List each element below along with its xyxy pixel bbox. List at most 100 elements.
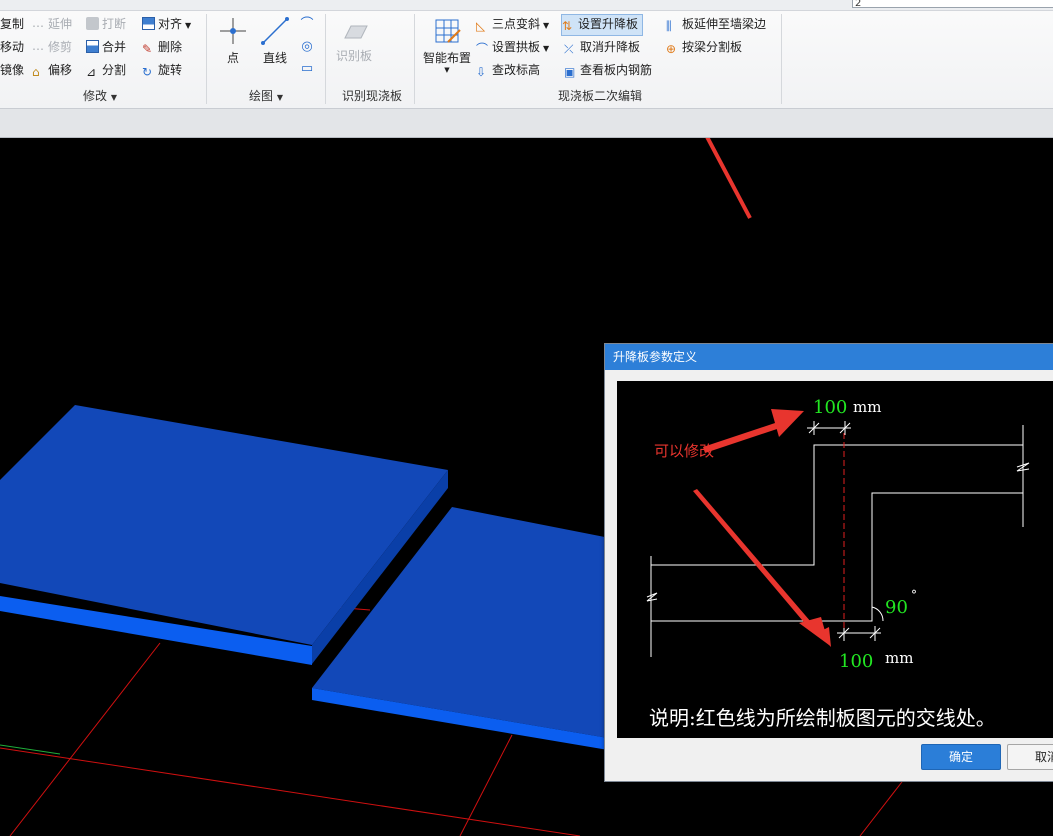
break-button[interactable]: 打断 [86, 14, 126, 34]
cancel-button[interactable]: 取消 [1007, 744, 1053, 770]
mirror-button[interactable]: 镜像 [0, 60, 24, 80]
point-button[interactable]: 点 [216, 16, 250, 66]
trim-label: 修剪 [48, 40, 73, 54]
view-rebar-button[interactable]: ▣ 查看板内钢筋 [564, 60, 652, 80]
break-icon [86, 17, 99, 30]
grid-line-a [9, 642, 161, 836]
dialog-note: 说明:红色线为所绘制板图元的交线处。 [649, 706, 996, 730]
split-button[interactable]: ⊿ 分割 [86, 60, 126, 80]
arc-icon[interactable]: ⌒ [298, 14, 316, 36]
modify-group-label[interactable]: 修改 ▼ [40, 88, 160, 104]
cancel-raised-slab-button[interactable]: ⤫ 取消升降板 [564, 37, 640, 57]
modify-group-text: 修改 [83, 89, 108, 103]
separator [414, 14, 415, 104]
extend-slab-button[interactable]: ⫼ 板延伸至墙梁边 [666, 14, 766, 34]
point-label: 点 [226, 51, 239, 65]
split-label: 分割 [102, 63, 127, 77]
align-button[interactable]: 对齐 ▼ [142, 14, 191, 34]
line-button[interactable]: 直线 [258, 16, 292, 66]
top-offset-value: 100 [813, 397, 847, 418]
point-icon [220, 18, 246, 44]
identify-slab-label: 识别板 [335, 49, 372, 63]
viewport-header-bar [0, 109, 1053, 138]
move-label: 移动 [0, 40, 25, 54]
three-point-slope-button[interactable]: ◺ 三点变斜 ▼ [476, 14, 549, 34]
dialog-diagram: 100 mm 90 ° 100 mm 可以修改 说明:红色线为所绘制板图元的交线… [617, 381, 1053, 738]
callout-arrow-top [703, 409, 804, 453]
angle-unit: ° [911, 588, 917, 602]
smart-layout-button[interactable]: 智能布置 ▼ [420, 16, 474, 74]
rotate-icon: ↻ [142, 65, 153, 79]
raised-slab-dialog: 升降板参数定义 100 mm 90 ° 100 mm 可以修改 说明:红色线为所… [604, 343, 1053, 782]
top-offset-unit: mm [853, 398, 881, 416]
line-label: 直线 [262, 51, 287, 65]
split-by-beam-label: 按梁分割板 [682, 40, 743, 54]
extend-button[interactable]: ⋯ 延伸 [32, 14, 72, 34]
rebar-icon: ▣ [564, 65, 576, 79]
align-icon [142, 17, 155, 30]
rotate-button[interactable]: ↻ 旋转 [142, 60, 182, 80]
slope-dropdown-icon: ▼ [543, 21, 550, 30]
separator [325, 14, 326, 104]
break-label: 打断 [102, 17, 127, 31]
extend-slab-icon: ⫼ [666, 19, 672, 33]
identify-slab-button[interactable]: 识别板 [332, 18, 376, 64]
offset-label: 偏移 [48, 63, 73, 77]
callout-arrow-bottom [693, 489, 831, 647]
bottom-offset-value: 100 [839, 651, 873, 672]
split-by-beam-button[interactable]: ⊕ 按梁分割板 [666, 37, 742, 57]
line-icon [261, 17, 289, 45]
cancel-raised-icon: ⤫ [564, 42, 574, 56]
slope-icon: ◺ [476, 19, 486, 33]
separator [781, 14, 782, 104]
view-rebar-label: 查看板内钢筋 [580, 63, 653, 77]
grid-line-b [459, 734, 513, 836]
change-elevation-label: 查改标高 [492, 63, 541, 77]
merge-label: 合并 [102, 40, 127, 54]
smart-layout-dropdown-icon: ▼ [444, 66, 450, 74]
edit-group-label: 现浇板二次编辑 [557, 89, 642, 103]
align-dropdown-icon: ▼ [185, 21, 192, 30]
draw-group-label[interactable]: 绘图 ▼ [226, 88, 306, 104]
ok-button[interactable]: 确定 [921, 744, 1001, 770]
extend-icon: ⋯ [32, 19, 44, 33]
dialog-title[interactable]: 升降板参数定义 [605, 344, 1053, 370]
grid-line-c [859, 777, 906, 836]
split-icon: ⊿ [86, 65, 97, 79]
top-input[interactable]: 2 [852, 0, 1053, 9]
circle-icon[interactable]: ◎ [298, 36, 316, 58]
set-raised-slab-label: 设置升降板 [578, 17, 639, 31]
arch-dropdown-icon: ▼ [543, 44, 550, 53]
draw-group-text: 绘图 [249, 89, 274, 103]
merge-button[interactable]: 合并 [86, 37, 126, 57]
merge-icon [86, 40, 99, 53]
raised-slab-icon: ⇅ [562, 19, 573, 33]
identify-group-label: 识别现浇板 [341, 89, 402, 103]
draw-small-tools: ⌒ ◎ ▭ [298, 14, 316, 80]
extend-slab-label: 板延伸至墙梁边 [682, 17, 767, 31]
rotate-label: 旋转 [158, 63, 183, 77]
offset-icon: ⌂ [32, 65, 40, 79]
grid-line-x [0, 747, 581, 836]
copy-label: 复制 [0, 17, 25, 31]
rectangle-icon[interactable]: ▭ [298, 58, 316, 80]
smart-layout-label: 智能布置 [422, 51, 471, 65]
move-button[interactable]: 移动 [0, 37, 24, 57]
cancel-raised-slab-label: 取消升降板 [580, 40, 641, 54]
ribbon-toolbar: 2 复制 ⋯ 延伸 打断 对齐 ▼ 移动 ⋯ 修剪 合并 ✎ 删除 镜像 ⌂ 偏移 ⊿ 分割… [0, 0, 1053, 109]
copy-button[interactable]: 复制 [0, 14, 24, 34]
draw-dropdown-icon: ▼ [276, 93, 283, 102]
trim-button[interactable]: ⋯ 修剪 [32, 37, 72, 57]
delete-label: 删除 [158, 40, 183, 54]
smart-layout-icon [435, 19, 461, 43]
set-arch-slab-button[interactable]: ⌒ 设置拱板 ▼ [476, 37, 549, 57]
modify-dropdown-icon: ▼ [110, 93, 117, 102]
align-label: 对齐 [158, 17, 183, 31]
change-elevation-button[interactable]: ⇩ 查改标高 [476, 60, 540, 80]
extend-label: 延伸 [48, 17, 73, 31]
set-raised-slab-button[interactable]: ⇅ 设置升降板 [561, 14, 644, 36]
set-arch-slab-label: 设置拱板 [492, 40, 541, 54]
delete-button[interactable]: ✎ 删除 [142, 37, 182, 57]
identify-slab-icon [344, 25, 368, 39]
offset-button[interactable]: ⌂ 偏移 [32, 60, 72, 80]
